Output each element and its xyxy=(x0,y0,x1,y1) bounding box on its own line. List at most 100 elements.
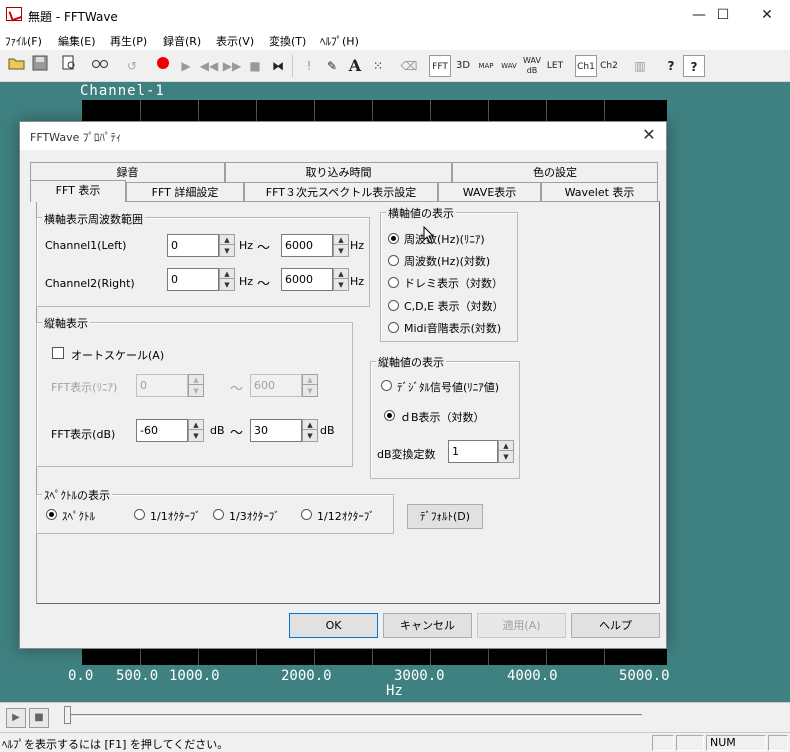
menu-edit[interactable]: 編集(E) xyxy=(58,33,96,49)
app-icon[interactable] xyxy=(6,7,22,21)
menu-view[interactable]: 表示(V) xyxy=(216,33,254,49)
vert-option-label[interactable]: ｄB表示（対数） xyxy=(400,409,485,425)
octave-1-1-radio[interactable] xyxy=(134,509,145,520)
ch1-to-input[interactable]: 6000 xyxy=(281,234,333,257)
seek-track[interactable] xyxy=(68,714,642,717)
columns-icon[interactable]: ▥ xyxy=(629,55,651,77)
tab-wave[interactable]: WAVE表示 xyxy=(438,182,541,202)
help-icon[interactable]: ? xyxy=(660,55,682,77)
toolbar: ↺ ▶ ◀◀ ▶▶ ■ ⧓ ! ✎ A ⁙ ⌫ FFT 3D MAP WAV W… xyxy=(0,51,790,82)
ch2-button[interactable]: Ch2 xyxy=(598,55,620,77)
tab-fft-detail[interactable]: FFT 詳細設定 xyxy=(126,182,244,202)
context-help-icon[interactable]: ? xyxy=(683,55,705,77)
spectrum-option-label[interactable]: 1/3ｵｸﾀｰﾌﾞ xyxy=(229,508,280,524)
db-from-spinner[interactable]: ▲ ▼ xyxy=(188,419,204,442)
db-to-input[interactable]: 30 xyxy=(250,419,302,442)
horiz-option-label[interactable]: 周波数(Hz)(対数) xyxy=(404,253,490,269)
vert-option-label[interactable]: ﾃﾞｼﾞﾀﾙ信号値(ﾘﾆｱ値) xyxy=(397,379,499,395)
menu-convert[interactable]: 変換(T) xyxy=(269,33,306,49)
horiz-option-label[interactable]: 周波数(Hz)(ﾘﾆｱ) xyxy=(404,231,485,247)
horiz-option-label[interactable]: Midi音階表示(対数) xyxy=(404,320,501,336)
vert-linear-radio[interactable] xyxy=(381,380,392,391)
menu-help[interactable]: ﾍﾙﾌﾟ(H) xyxy=(320,33,359,49)
tab-fft-3d[interactable]: FFT３次元スペクトル表示設定 xyxy=(244,182,438,202)
ch1-to-spinner[interactable]: ▲ ▼ xyxy=(333,234,349,257)
ch2-from-spinner[interactable]: ▲ ▼ xyxy=(219,268,235,291)
map-view-button[interactable]: MAP xyxy=(475,55,497,77)
text-tool-icon[interactable]: A xyxy=(344,55,366,77)
ok-button[interactable]: OK xyxy=(289,613,378,638)
playback-stop-icon[interactable]: ■ xyxy=(29,708,49,728)
menu-record[interactable]: 録音(R) xyxy=(163,33,201,49)
close-button[interactable]: ✕ xyxy=(744,0,790,30)
spectrum-option-label[interactable]: 1/1ｵｸﾀｰﾌﾞ xyxy=(150,508,201,524)
print-preview-icon[interactable] xyxy=(58,55,80,77)
playback-play-icon[interactable]: ▶ xyxy=(6,708,26,728)
tab-color-settings[interactable]: 色の設定 xyxy=(452,162,658,182)
x-tick-label: 5000.0 xyxy=(619,668,670,684)
horiz-doremi-radio[interactable] xyxy=(388,277,399,288)
let-view-button[interactable]: LET xyxy=(544,55,566,77)
linear-to-spinner[interactable]: ▲ ▼ xyxy=(302,374,318,397)
stop-icon[interactable]: ■ xyxy=(244,55,266,77)
menu-play[interactable]: 再生(P) xyxy=(110,33,147,49)
db-to-spinner[interactable]: ▲ ▼ xyxy=(302,419,318,442)
db-const-input[interactable]: 1 xyxy=(448,440,498,463)
ch2-to-input[interactable]: 6000 xyxy=(281,268,333,291)
grid-icon[interactable]: ⁙ xyxy=(367,55,389,77)
ch2-to-spinner[interactable]: ▲ ▼ xyxy=(333,268,349,291)
octave-1-3-radio[interactable] xyxy=(213,509,224,520)
tab-wavelet[interactable]: Wavelet 表示 xyxy=(541,182,658,202)
seek-thumb[interactable] xyxy=(64,706,71,724)
play-icon[interactable]: ▶ xyxy=(175,55,197,77)
spectrum-option-label[interactable]: 1/12ｵｸﾀｰﾌﾞ xyxy=(317,508,375,524)
help-button[interactable]: ヘルプ xyxy=(571,613,660,638)
save-icon[interactable] xyxy=(29,55,51,77)
linear-from-input[interactable]: 0 xyxy=(136,374,188,397)
marker-icon[interactable]: ! xyxy=(298,55,320,77)
fft-view-button[interactable]: FFT xyxy=(429,55,451,77)
db-const-spinner[interactable]: ▲ ▼ xyxy=(498,440,514,463)
autoscale-label[interactable]: オートスケール(A) xyxy=(71,347,164,363)
tab-fft-display[interactable]: FFT 表示 xyxy=(30,180,126,202)
spectrum-radio[interactable] xyxy=(46,509,57,520)
eraser-icon[interactable]: ⌫ xyxy=(398,55,420,77)
dialog-close-button[interactable]: ✕ xyxy=(638,124,660,146)
wav-db-view-button[interactable]: WAV dB xyxy=(521,55,543,77)
ch1-from-spinner[interactable]: ▲ ▼ xyxy=(219,234,235,257)
record-icon[interactable] xyxy=(152,55,174,77)
horiz-option-label[interactable]: C,D,E 表示（対数） xyxy=(404,298,504,314)
rewind-icon[interactable]: ◀◀ xyxy=(198,55,220,77)
step-icon[interactable]: ⧓ xyxy=(267,55,289,77)
horiz-log-radio[interactable] xyxy=(388,255,399,266)
ch2-from-input[interactable]: 0 xyxy=(167,268,219,291)
ch1-button[interactable]: Ch1 xyxy=(575,55,597,77)
fast-forward-icon[interactable]: ▶▶ xyxy=(221,55,243,77)
3d-view-button[interactable]: 3D xyxy=(452,55,474,77)
menu-file[interactable]: ﾌｧｲﾙ(F) xyxy=(5,33,42,49)
apply-button[interactable]: 適用(A) xyxy=(477,613,566,638)
horiz-midi-radio[interactable] xyxy=(388,322,399,333)
find-icon[interactable] xyxy=(89,55,111,77)
ch1-from-input[interactable]: 0 xyxy=(167,234,219,257)
horiz-linear-radio[interactable] xyxy=(388,233,399,244)
octave-1-12-radio[interactable] xyxy=(301,509,312,520)
vert-db-radio[interactable] xyxy=(384,410,395,421)
horiz-option-label[interactable]: ドレミ表示（対数） xyxy=(404,275,503,291)
linear-from-spinner[interactable]: ▲ ▼ xyxy=(188,374,204,397)
autoscale-checkbox[interactable] xyxy=(52,347,64,359)
linear-to-input[interactable]: 600 xyxy=(250,374,302,397)
undo-icon[interactable]: ↺ xyxy=(121,55,143,77)
horiz-cde-radio[interactable] xyxy=(388,300,399,311)
maximize-button[interactable]: ☐ xyxy=(700,0,746,30)
wav-view-button[interactable]: WAV xyxy=(498,55,520,77)
db-from-input[interactable]: -60 xyxy=(136,419,188,442)
pencil-icon[interactable]: ✎ xyxy=(321,55,343,77)
default-button[interactable]: ﾃﾞﾌｫﾙﾄ(D) xyxy=(407,504,483,529)
tab-recording[interactable]: 録音 xyxy=(30,162,225,182)
tab-capture-time[interactable]: 取り込み時間 xyxy=(225,162,452,182)
spectrum-option-label[interactable]: ｽﾍﾟｸﾄﾙ xyxy=(62,508,95,524)
open-icon[interactable] xyxy=(6,55,28,77)
cancel-button[interactable]: キャンセル xyxy=(383,613,472,638)
num-lock-indicator: NUM xyxy=(706,735,766,751)
